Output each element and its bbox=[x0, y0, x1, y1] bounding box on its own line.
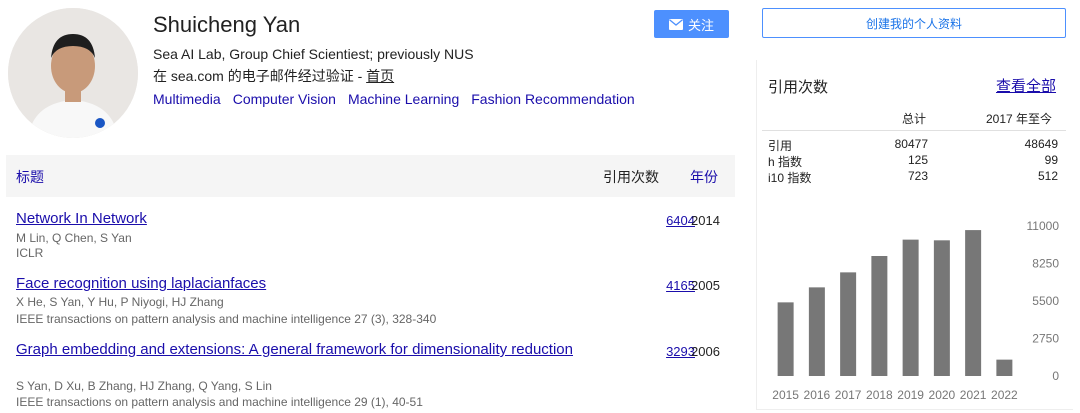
view-all-link[interactable]: 查看全部 bbox=[996, 75, 1056, 96]
interest-link[interactable]: Machine Learning bbox=[348, 91, 459, 107]
paper-venue: IEEE transactions on pattern analysis an… bbox=[16, 312, 437, 326]
stats-col-total: 总计 bbox=[902, 112, 927, 126]
y-tick-label: 5500 bbox=[1032, 294, 1059, 308]
chart-bar[interactable] bbox=[933, 240, 950, 376]
table-row: Face recognition using laplacianfaces X … bbox=[6, 275, 735, 330]
citations-bar-chart: 0 2750 5500 8250 11000 2015 2016 2017 2018 2019 20… bbox=[772, 219, 1060, 402]
paper-authors: M Lin, Q Chen, S Yan bbox=[16, 231, 132, 245]
research-interests: Multimedia Computer Vision Machine Learnin… bbox=[153, 91, 647, 107]
chart-bar[interactable] bbox=[902, 239, 919, 376]
profile-verification: 在 sea.com 的电子邮件经过验证 - 首页 bbox=[153, 66, 394, 86]
profile-name: Shuicheng Yan bbox=[153, 12, 301, 37]
column-header-title[interactable]: 标题 bbox=[16, 167, 44, 187]
follow-button[interactable]: 关注 bbox=[654, 10, 729, 38]
interest-link[interactable]: Fashion Recommendation bbox=[471, 91, 634, 107]
avatar-image bbox=[8, 8, 138, 138]
stats-since: 99 bbox=[1044, 153, 1058, 167]
stats-col-since: 2017 年至今 bbox=[986, 112, 1053, 126]
create-profile-button[interactable]: 创建我的个人资料 bbox=[762, 8, 1066, 38]
follow-label: 关注 bbox=[687, 17, 714, 33]
stats-total: 125 bbox=[907, 153, 928, 167]
table-row: Graph embedding and extensions: A genera… bbox=[6, 341, 735, 411]
x-tick-label: 2018 bbox=[866, 388, 893, 402]
paper-venue: IEEE transactions on pattern analysis an… bbox=[16, 395, 423, 409]
paper-year: 2006 bbox=[691, 344, 720, 359]
table-header: 标题 引用次数 年份 bbox=[6, 155, 735, 197]
stats-label: h 指数 bbox=[768, 155, 803, 169]
homepage-link[interactable]: 首页 bbox=[366, 68, 394, 84]
column-header-year[interactable]: 年份 bbox=[690, 167, 718, 187]
paper-title-link[interactable]: Graph embedding and extensions: A genera… bbox=[16, 341, 576, 359]
profile-affiliation: Sea AI Lab, Group Chief Scientiest; prev… bbox=[153, 46, 474, 62]
paper-authors: S Yan, D Xu, B Zhang, HJ Zhang, Q Yang, … bbox=[16, 379, 272, 393]
stats-total: 723 bbox=[907, 169, 928, 183]
citations-heading: 引用次数 bbox=[768, 79, 829, 96]
x-tick-label: 2015 bbox=[772, 388, 799, 402]
cited-count-link[interactable]: 4165 bbox=[645, 278, 695, 293]
chart-bar[interactable] bbox=[871, 256, 888, 376]
stats-row: h 指数 125 99 bbox=[768, 153, 1058, 169]
paper-year: 2005 bbox=[691, 278, 720, 293]
x-tick-label: 2020 bbox=[929, 388, 956, 402]
divider bbox=[762, 130, 1066, 131]
x-tick-label: 2019 bbox=[897, 388, 924, 402]
column-header-cited[interactable]: 引用次数 bbox=[603, 167, 659, 187]
chart-bar[interactable] bbox=[808, 287, 825, 376]
x-tick-label: 2017 bbox=[835, 388, 862, 402]
interest-link[interactable]: Computer Vision bbox=[233, 91, 336, 107]
interest-link[interactable]: Multimedia bbox=[153, 91, 221, 107]
x-tick-label: 2021 bbox=[960, 388, 987, 402]
x-tick-label: 2016 bbox=[804, 388, 831, 402]
chart-bar[interactable] bbox=[840, 272, 857, 376]
chart-bar[interactable] bbox=[965, 230, 982, 376]
paper-authors: X He, S Yan, Y Hu, P Niyogi, HJ Zhang bbox=[16, 295, 224, 309]
y-tick-label: 0 bbox=[1052, 369, 1059, 383]
cited-count-link[interactable]: 6404 bbox=[645, 213, 695, 228]
x-tick-label: 2022 bbox=[991, 388, 1018, 402]
chart-bar[interactable] bbox=[996, 359, 1013, 376]
paper-year: 2014 bbox=[691, 213, 720, 228]
chart-bar[interactable] bbox=[777, 302, 794, 376]
stats-since: 512 bbox=[1037, 169, 1058, 183]
table-row: Network In Network M Lin, Q Chen, S Yan … bbox=[6, 210, 735, 260]
paper-title-link[interactable]: Network In Network bbox=[16, 210, 576, 228]
verify-text: 在 sea.com 的电子邮件经过验证 - bbox=[153, 68, 367, 84]
paper-title-link[interactable]: Face recognition using laplacianfaces bbox=[16, 275, 576, 293]
y-tick-label: 8250 bbox=[1032, 257, 1059, 271]
stats-row: 引用 80477 48649 bbox=[768, 137, 1058, 153]
stats-row: i10 指数 723 512 bbox=[768, 169, 1058, 185]
y-tick-label: 11000 bbox=[1027, 219, 1060, 233]
y-tick-label: 2750 bbox=[1032, 332, 1059, 346]
paper-venue: ICLR bbox=[16, 246, 44, 260]
stats-label: 引用 bbox=[768, 139, 793, 153]
cited-count-link[interactable]: 3293 bbox=[645, 344, 695, 359]
avatar bbox=[8, 8, 138, 138]
stats-total: 80477 bbox=[894, 137, 928, 151]
stats-since: 48649 bbox=[1024, 137, 1058, 151]
stats-label: i10 指数 bbox=[768, 171, 812, 185]
envelope-icon bbox=[668, 18, 683, 30]
